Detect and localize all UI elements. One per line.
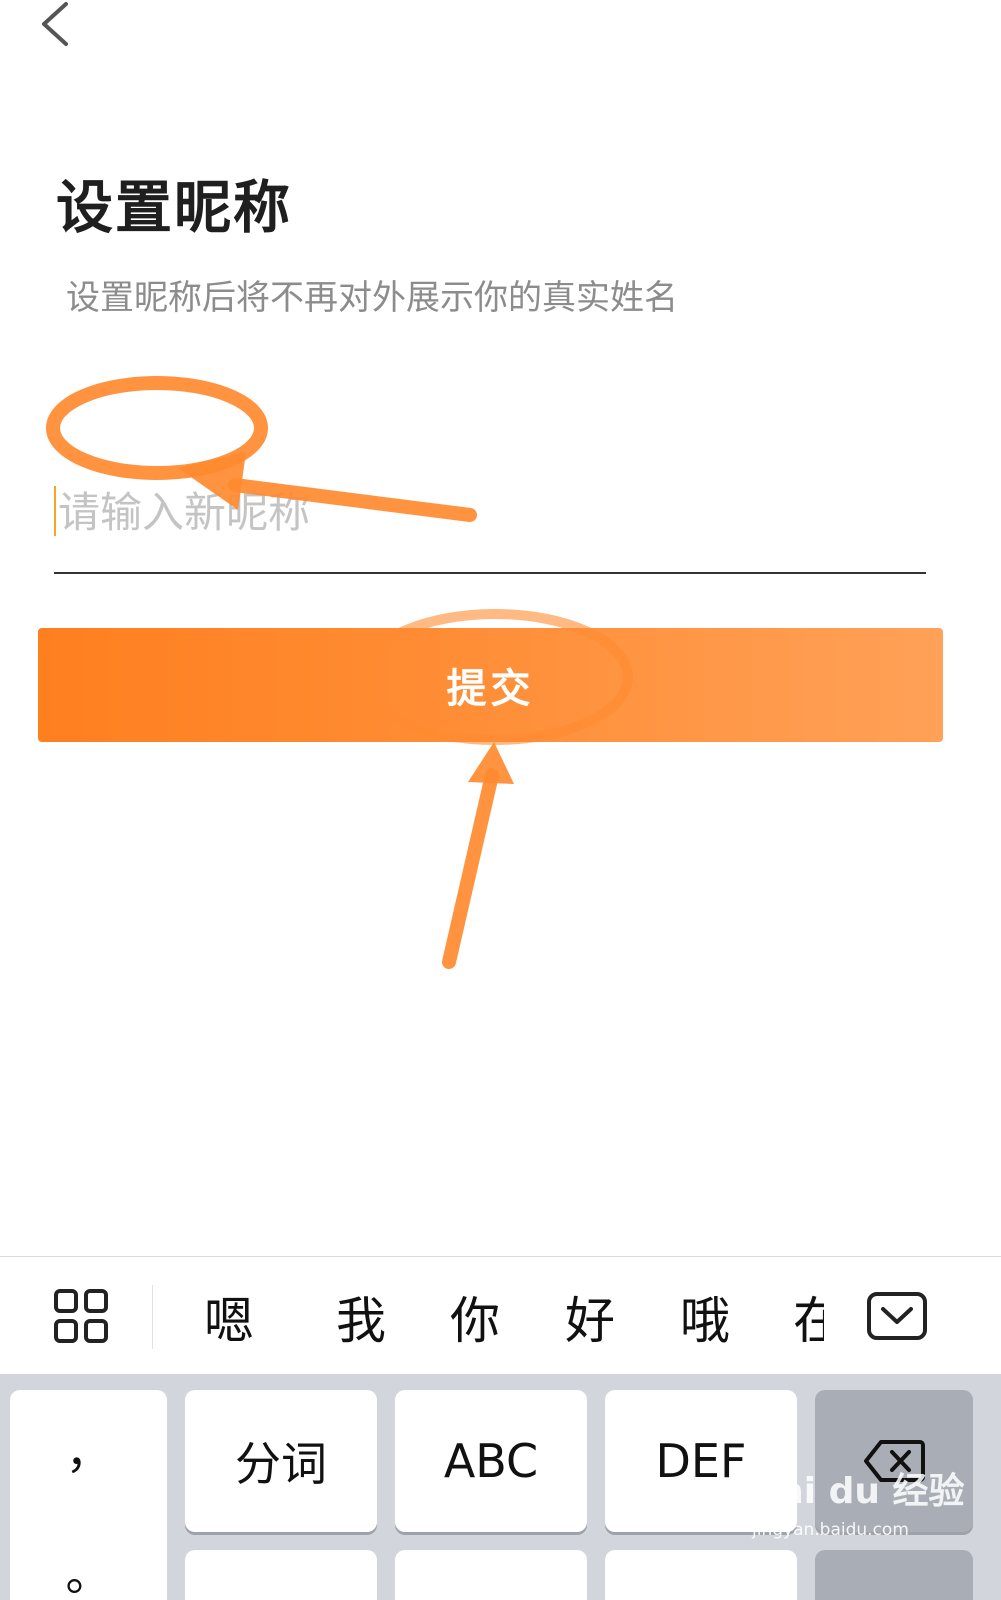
back-button[interactable] <box>32 0 82 50</box>
punctuation-key[interactable]: ， 。 <box>10 1390 167 1600</box>
keyboard-menu-button[interactable] <box>52 1287 112 1347</box>
candidate-edge <box>824 1281 828 1353</box>
period-label: 。 <box>65 1547 112 1600</box>
candidate-word[interactable]: 在 <box>793 1281 826 1353</box>
segment-key-label: 分词 <box>235 1437 327 1491</box>
candidate-word[interactable]: 你 <box>450 1281 500 1353</box>
grid-icon <box>54 1289 108 1343</box>
page-title: 设置昵称 <box>56 175 292 241</box>
candidate-word[interactable]: 哦 <box>680 1281 730 1353</box>
keyboard: ， 。 分词 ABC DEF <box>0 1374 1001 1600</box>
keyboard-candidate-bar: 嗯 我 你 好 哦 在 <box>0 1256 1001 1374</box>
keyboard-key[interactable] <box>815 1550 973 1600</box>
candidate-word[interactable]: 我 <box>336 1281 386 1353</box>
candidate-word[interactable]: 好 <box>565 1281 615 1353</box>
nickname-field <box>54 480 926 574</box>
annotation-arrow-submit-shaft <box>442 768 499 969</box>
hide-keyboard-button[interactable] <box>866 1291 928 1341</box>
comma-label: ， <box>65 1425 112 1479</box>
candidate-word[interactable]: 嗯 <box>204 1281 254 1353</box>
candidate-divider <box>152 1285 153 1349</box>
keyboard-collapse-icon <box>867 1292 927 1340</box>
abc-key-label: ABC <box>443 1434 539 1488</box>
page-subtitle: 设置昵称后将不再对外展示你的真实姓名 <box>66 278 678 318</box>
submit-button-label: 提交 <box>446 666 535 712</box>
submit-button[interactable]: 提交 <box>38 628 943 742</box>
annotation-circle-input <box>46 376 268 480</box>
backspace-icon <box>864 1440 925 1482</box>
text-caret <box>54 486 56 536</box>
def-key-label: DEF <box>655 1434 747 1488</box>
nickname-input[interactable] <box>58 480 918 544</box>
keyboard-key[interactable] <box>185 1550 377 1600</box>
segment-key[interactable]: 分词 <box>185 1390 377 1532</box>
keyboard-key[interactable] <box>605 1550 797 1600</box>
chevron-left-icon <box>42 2 68 46</box>
def-key[interactable]: DEF <box>605 1390 797 1532</box>
keyboard-key[interactable] <box>395 1550 587 1600</box>
abc-key[interactable]: ABC <box>395 1390 587 1532</box>
annotation-arrow-submit-head <box>468 742 514 784</box>
delete-key[interactable] <box>815 1390 973 1532</box>
